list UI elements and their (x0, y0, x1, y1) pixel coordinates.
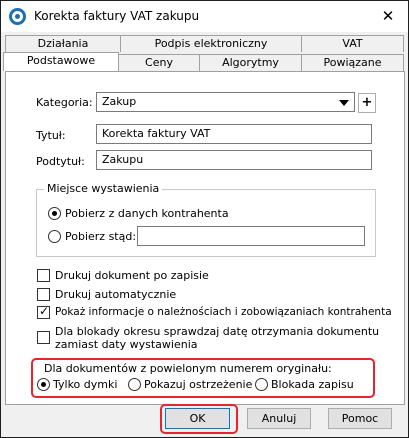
chevron-down-icon (339, 100, 349, 106)
tab-podstawowe[interactable]: Podstawowe (3, 52, 119, 71)
blokada-okresu-label-line2: zamiast daty wystawienia (55, 338, 198, 351)
podtytul-label: Podtytuł: (36, 155, 85, 168)
checkbox-drukuj-po-zapisie[interactable] (37, 269, 50, 282)
cancel-button[interactable]: Anuluj (247, 408, 311, 429)
tab-powiazane[interactable]: Powiązane (301, 54, 404, 71)
pokaz-naleznosci-label: Pokaż informacje o należnościach i zobow… (55, 306, 392, 318)
radio-tylko-dymki[interactable] (37, 378, 50, 391)
checkmark-icon: ✓ (39, 304, 50, 318)
tab-ceny[interactable]: Ceny (118, 54, 200, 71)
window-title: Korekta faktury VAT zakupu (34, 9, 200, 23)
tab-dzialania[interactable]: Działania (5, 35, 121, 52)
radio-blokada-zapisu[interactable] (255, 378, 268, 391)
tab-podpis-elektroniczny[interactable]: Podpis elektroniczny (120, 35, 302, 52)
radio-pobierz-stad-label: Pobierz stąd: (65, 230, 137, 243)
title-bar: Korekta faktury VAT zakupu ✕ (1, 1, 408, 32)
kategoria-dropdown[interactable]: Zakup (96, 92, 355, 112)
podtytul-input[interactable]: Zakupu (96, 150, 372, 170)
duplicate-heading: Dla dokumentów z powielonym numerem oryg… (44, 362, 332, 375)
tytul-input[interactable]: Korekta faktury VAT (96, 124, 372, 144)
radio-pobierz-kontrahent[interactable] (48, 207, 61, 220)
radio-pobierz-stad[interactable] (48, 230, 61, 243)
tab-vat[interactable]: VAT (301, 35, 404, 52)
pobierz-stad-input[interactable] (137, 226, 365, 246)
radio-tylko-dymki-label: Tylko dymki (53, 378, 118, 391)
radio-pokazuj-ostrzezenie-label: Pokazuj ostrzeżenie (144, 378, 253, 391)
kategoria-label: Kategoria: (36, 96, 93, 109)
radio-pobierz-kontrahent-label: Pobierz z danych kontrahenta (65, 207, 229, 220)
tab-algorytmy[interactable]: Algorytmy (199, 54, 302, 71)
checkbox-drukuj-automatycznie[interactable] (37, 288, 50, 301)
tytul-label: Tytuł: (36, 129, 66, 142)
ok-button[interactable]: OK (165, 408, 230, 429)
dialog-window: Korekta faktury VAT zakupu ✕ Działania P… (0, 0, 409, 438)
radio-blokada-zapisu-label: Blokada zapisu (271, 378, 354, 391)
blokada-okresu-label-line1: Dla blokady okresu sprawdzaj datę otrzym… (55, 325, 380, 338)
app-logo-icon (9, 8, 26, 25)
radio-pokazuj-ostrzezenie[interactable] (128, 378, 141, 391)
drukuj-po-zapisie-label: Drukuj dokument po zapisie (55, 269, 209, 282)
checkbox-pokaz-naleznosci[interactable]: ✓ (37, 304, 50, 319)
help-button[interactable]: Pomoc (328, 408, 392, 429)
close-icon[interactable]: ✕ (373, 5, 403, 27)
miejsce-wystawienia-group (36, 189, 376, 257)
miejsce-wystawienia-legend: Miejsce wystawienia (44, 182, 163, 195)
checkbox-blokada-okresu[interactable] (37, 331, 50, 344)
kategoria-value: Zakup (102, 95, 137, 108)
drukuj-automatycznie-label: Drukuj automatycznie (55, 288, 177, 301)
add-kategoria-button[interactable]: + (358, 93, 376, 113)
